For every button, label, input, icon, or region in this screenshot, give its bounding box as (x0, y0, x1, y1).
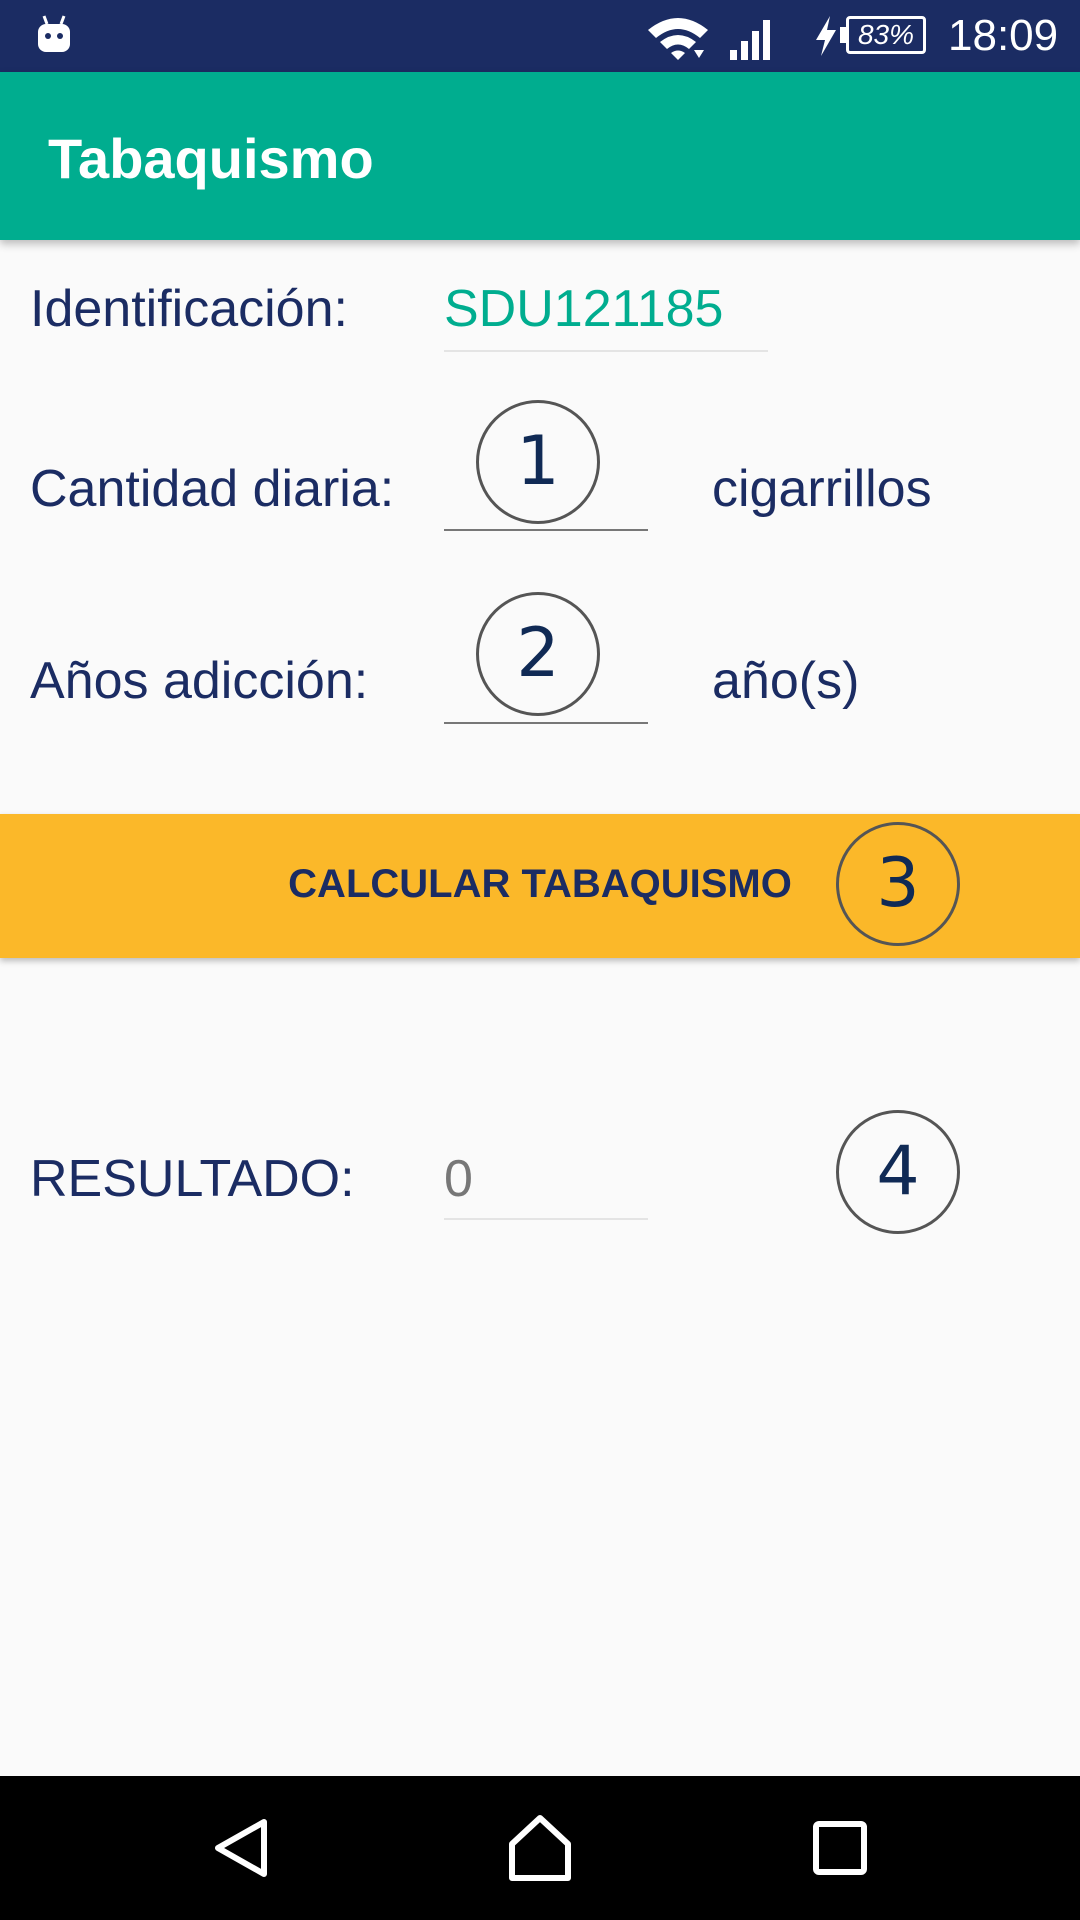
back-icon[interactable] (202, 1808, 282, 1888)
cigarrillos-unit-label: cigarrillos (712, 460, 932, 518)
anos-adiccion-underline (444, 722, 648, 724)
cantidad-diaria-underline (444, 529, 648, 531)
cantidad-diaria-label: Cantidad diaria: (30, 460, 395, 518)
identificacion-field[interactable]: SDU121185 (444, 278, 723, 340)
cell-signal-icon (730, 20, 770, 60)
recents-icon[interactable] (800, 1808, 880, 1888)
annotation-marker-2: 2 (476, 592, 600, 716)
screen: 83% 18:09 Tabaquismo Identificación: SDU… (0, 0, 1080, 1920)
annotation-marker-4: 4 (836, 1110, 960, 1234)
annotation-marker-3: 3 (836, 822, 960, 946)
resultado-value: 0 (444, 1150, 473, 1208)
resultado-underline (444, 1218, 648, 1220)
wifi-icon (648, 18, 708, 60)
annotation-marker-1: 1 (476, 400, 600, 524)
anos-adiccion-label: Años adicción: (30, 652, 369, 710)
status-clock: 18:09 (948, 11, 1059, 60)
android-notification-icon (38, 15, 70, 52)
status-bar: 83% 18:09 (0, 0, 1080, 72)
navigation-bar (0, 1776, 1080, 1920)
identificacion-underline (444, 350, 768, 352)
resultado-label: RESULTADO: (30, 1150, 355, 1208)
charging-bolt-icon (816, 16, 836, 56)
identificacion-label: Identificación: (30, 280, 348, 338)
app-title: Tabaquismo (48, 127, 374, 190)
battery-icon: 83% (840, 16, 926, 54)
anos-unit-label: año(s) (712, 652, 860, 710)
app-bar: Tabaquismo (0, 72, 1080, 240)
home-icon[interactable] (500, 1808, 580, 1888)
